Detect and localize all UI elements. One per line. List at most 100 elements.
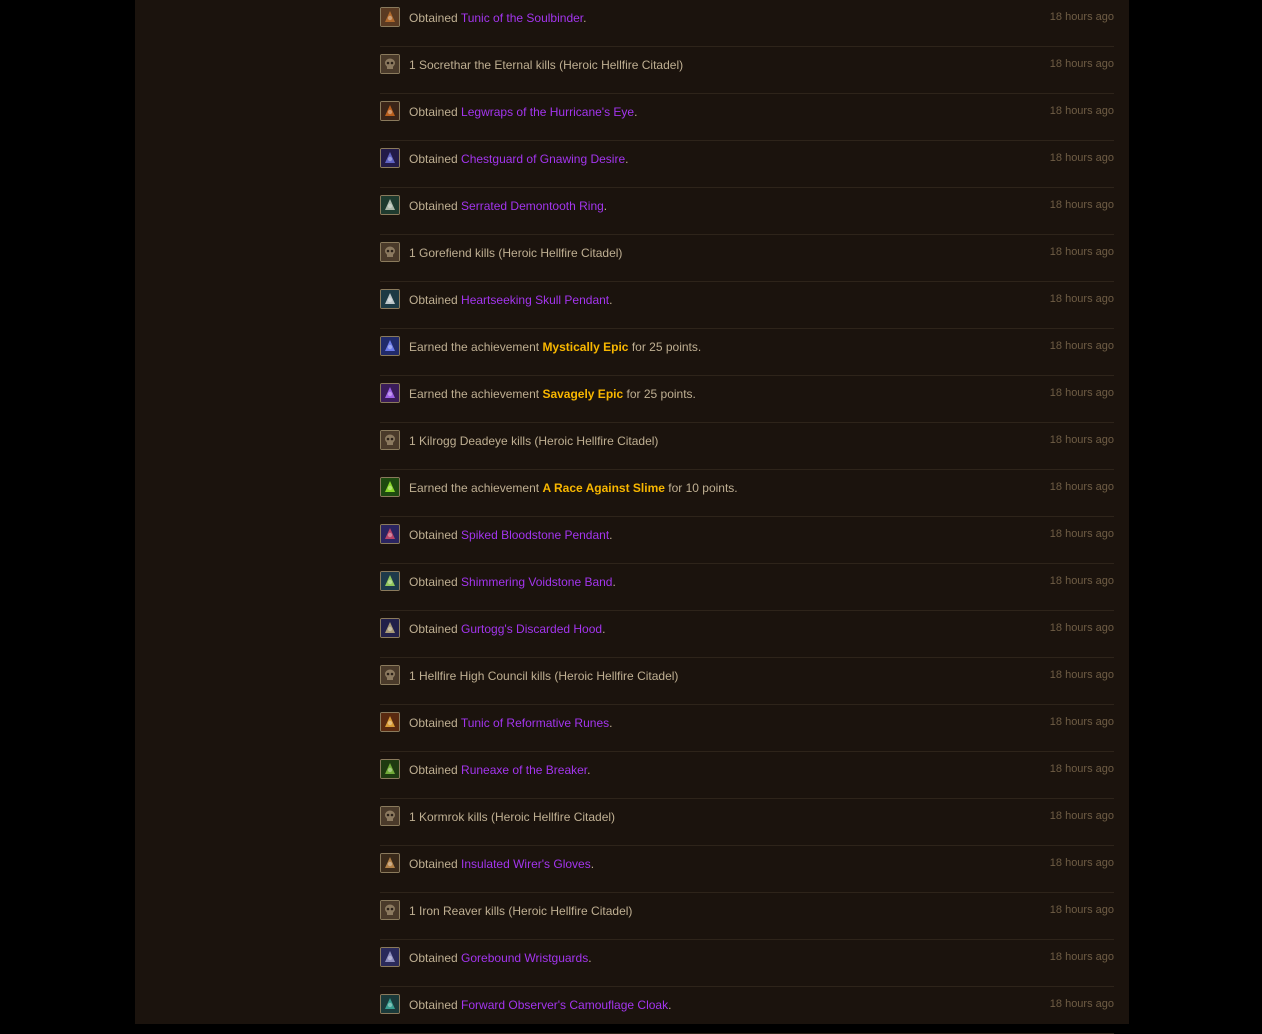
helm-icon[interactable]: [380, 618, 400, 638]
activity-suffix: .: [587, 763, 591, 777]
skull-icon: [380, 665, 400, 685]
activity-row: Obtained Tunic of the Soulbinder. 18 hour…: [380, 0, 1114, 47]
activity-prefix: Earned the achievement: [409, 481, 540, 495]
item-link[interactable]: Gurtogg's Discarded Hood: [461, 622, 602, 636]
kill-text: 1 Gorefiend kills (Heroic Hellfire Citad…: [409, 246, 623, 260]
activity-row: Obtained Heartseeking Skull Pendant. 18 h…: [380, 282, 1114, 329]
item-link[interactable]: Shimmering Voidstone Band: [461, 575, 612, 589]
item-link[interactable]: Forward Observer's Camouflage Cloak: [461, 998, 668, 1012]
timestamp: 18 hours ago: [1049, 199, 1114, 211]
activity-prefix: Obtained: [409, 152, 458, 166]
activity-row: Obtained Shimmering Voidstone Band. 18 ho…: [380, 564, 1114, 611]
item-link[interactable]: Spiked Bloodstone Pendant: [461, 528, 609, 542]
timestamp: 18 hours ago: [1049, 669, 1114, 681]
activity-row: 1 Kilrogg Deadeye kills (Heroic Hellfire…: [380, 423, 1114, 470]
timestamp: 18 hours ago: [1049, 998, 1114, 1010]
activity-text: Obtained Tunic of the Soulbinder.: [409, 11, 586, 25]
achievement-link[interactable]: Savagely Epic: [542, 387, 623, 401]
ring-icon[interactable]: [380, 571, 400, 591]
timestamp: 18 hours ago: [1049, 152, 1114, 164]
timestamp: 18 hours ago: [1049, 622, 1114, 634]
achievement-icon[interactable]: [380, 383, 400, 403]
necklace-icon[interactable]: [380, 524, 400, 544]
leg-armor-icon[interactable]: [380, 101, 400, 121]
achievement-icon[interactable]: [380, 477, 400, 497]
achievement-link[interactable]: A Race Against Slime: [542, 481, 664, 495]
activity-row: Earned the achievement Savagely Epic for…: [380, 376, 1114, 423]
axe-icon[interactable]: [380, 759, 400, 779]
activity-suffix: .: [625, 152, 629, 166]
timestamp: 18 hours ago: [1049, 293, 1114, 305]
activity-text: Obtained Heartseeking Skull Pendant.: [409, 293, 612, 307]
activity-row: Obtained Spiked Bloodstone Pendant. 18 ho…: [380, 517, 1114, 564]
item-link[interactable]: Insulated Wirer's Gloves: [461, 857, 591, 871]
activity-row: 1 Socrethar the Eternal kills (Heroic He…: [380, 47, 1114, 94]
skull-icon: [380, 54, 400, 74]
activity-prefix: Obtained: [409, 951, 458, 965]
activity-prefix: Obtained: [409, 857, 458, 871]
item-link[interactable]: Tunic of Reformative Runes: [461, 716, 609, 730]
necklace-icon[interactable]: [380, 289, 400, 309]
item-link[interactable]: Chestguard of Gnawing Desire: [461, 152, 625, 166]
item-link[interactable]: Gorebound Wristguards: [461, 951, 588, 965]
achievement-link[interactable]: Mystically Epic: [542, 340, 628, 354]
activity-prefix: Obtained: [409, 11, 458, 25]
timestamp: 18 hours ago: [1049, 246, 1114, 258]
activity-row: Obtained Tunic of Reformative Runes. 18 h…: [380, 705, 1114, 752]
activity-row: Obtained Insulated Wirer's Gloves. 18 hou…: [380, 846, 1114, 893]
item-link[interactable]: Runeaxe of the Breaker: [461, 763, 587, 777]
timestamp: 18 hours ago: [1049, 763, 1114, 775]
activity-row: 1 Hellfire High Council kills (Heroic He…: [380, 658, 1114, 705]
activity-text: Obtained Insulated Wirer's Gloves.: [409, 857, 594, 871]
activity-row: Earned the achievement A Race Against Sl…: [380, 470, 1114, 517]
activity-text: 1 Hellfire High Council kills (Heroic He…: [409, 669, 678, 683]
skull-icon: [380, 806, 400, 826]
activity-suffix: .: [609, 528, 613, 542]
gloves-icon[interactable]: [380, 853, 400, 873]
achievement-icon[interactable]: [380, 336, 400, 356]
ring-icon[interactable]: [380, 195, 400, 215]
activity-row: Obtained Gurtogg's Discarded Hood. 18 hou…: [380, 611, 1114, 658]
timestamp: 18 hours ago: [1049, 58, 1114, 70]
activity-prefix: Earned the achievement: [409, 340, 540, 354]
timestamp: 18 hours ago: [1049, 528, 1114, 540]
activity-text: Earned the achievement Savagely Epic for…: [409, 387, 696, 401]
activity-text: 1 Kilrogg Deadeye kills (Heroic Hellfire…: [409, 434, 658, 448]
cloak-icon[interactable]: [380, 994, 400, 1014]
activity-row: Obtained Chestguard of Gnawing Desire. 18…: [380, 141, 1114, 188]
bracers-icon[interactable]: [380, 947, 400, 967]
activity-text: 1 Socrethar the Eternal kills (Heroic He…: [409, 58, 683, 72]
kill-text: 1 Kilrogg Deadeye kills (Heroic Hellfire…: [409, 434, 659, 448]
skull-icon: [380, 430, 400, 450]
activity-row: Obtained Runeaxe of the Breaker. 18 hours…: [380, 752, 1114, 799]
activity-text: 1 Iron Reaver kills (Heroic Hellfire Cit…: [409, 904, 632, 918]
item-link[interactable]: Legwraps of the Hurricane's Eye: [461, 105, 634, 119]
kill-text: 1 Iron Reaver kills (Heroic Hellfire Cit…: [409, 904, 633, 918]
activity-suffix: .: [609, 716, 613, 730]
chest-armor-icon[interactable]: [380, 7, 400, 27]
activity-text: Obtained Serrated Demontooth Ring.: [409, 199, 607, 213]
activity-text: Obtained Forward Observer's Camouflage C…: [409, 998, 671, 1012]
activity-text: Obtained Chestguard of Gnawing Desire.: [409, 152, 628, 166]
chest-armor-icon[interactable]: [380, 712, 400, 732]
item-link[interactable]: Tunic of the Soulbinder: [461, 11, 583, 25]
timestamp: 18 hours ago: [1049, 387, 1114, 399]
item-link[interactable]: Serrated Demontooth Ring: [461, 199, 604, 213]
activity-prefix: Obtained: [409, 528, 458, 542]
timestamp: 18 hours ago: [1049, 904, 1114, 916]
activity-suffix: for 25 points.: [626, 387, 696, 401]
timestamp: 18 hours ago: [1049, 481, 1114, 493]
activity-text: Obtained Legwraps of the Hurricane's Eye…: [409, 105, 637, 119]
item-link[interactable]: Heartseeking Skull Pendant: [461, 293, 609, 307]
activity-suffix: .: [609, 293, 613, 307]
timestamp: 18 hours ago: [1049, 716, 1114, 728]
activity-suffix: for 10 points.: [668, 481, 738, 495]
activity-text: Obtained Gurtogg's Discarded Hood.: [409, 622, 605, 636]
skull-icon: [380, 900, 400, 920]
activity-prefix: Obtained: [409, 716, 458, 730]
kill-text: 1 Socrethar the Eternal kills (Heroic He…: [409, 58, 684, 72]
chest-armor-icon[interactable]: [380, 148, 400, 168]
activity-text: Obtained Shimmering Voidstone Band.: [409, 575, 616, 589]
activity-prefix: Obtained: [409, 622, 458, 636]
timestamp: 18 hours ago: [1049, 105, 1114, 117]
